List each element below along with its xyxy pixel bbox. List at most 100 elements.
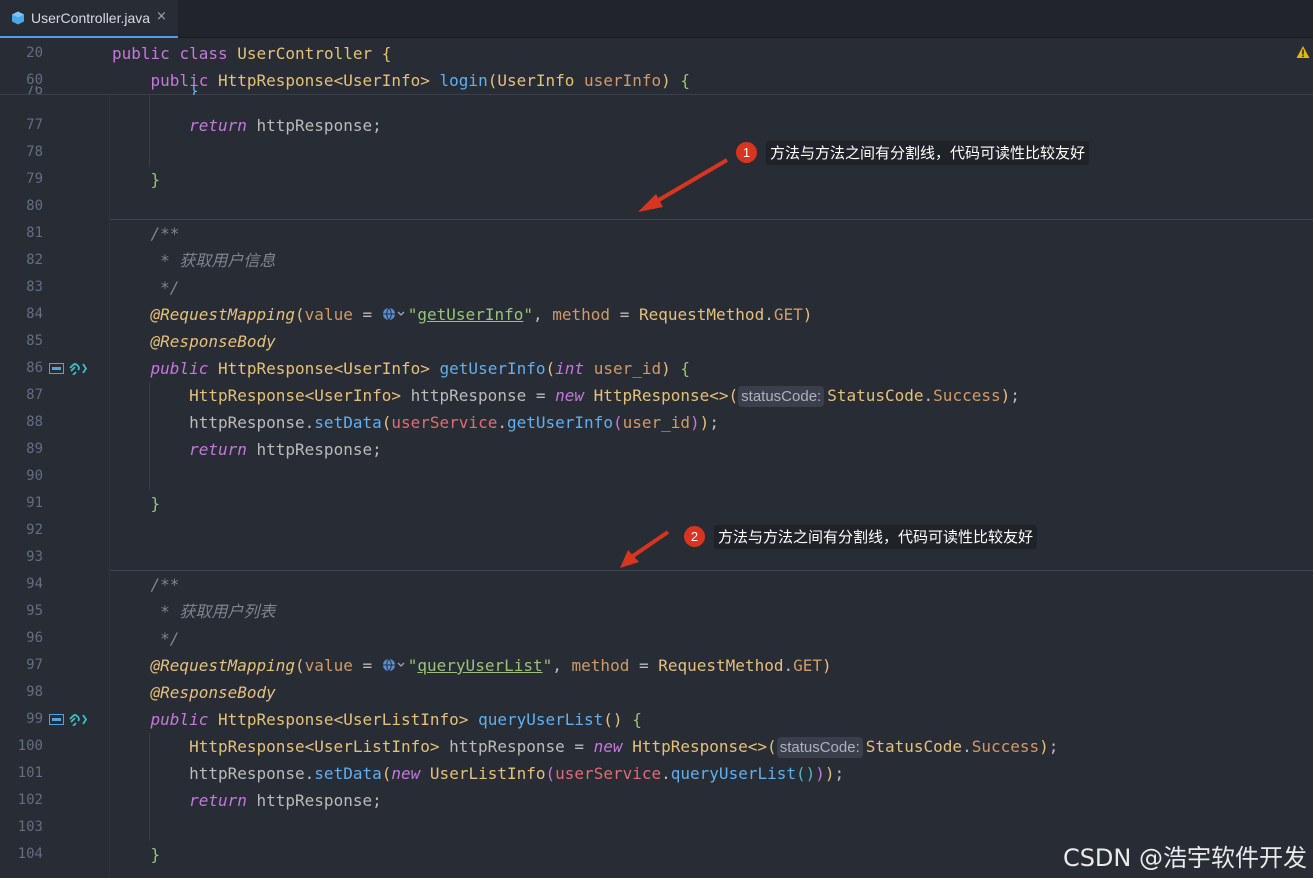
code-text[interactable]: @RequestMapping(value = "queryUserList",… [112,652,832,679]
code-text[interactable]: * 获取用户列表 [112,598,275,625]
type: HttpResponse<UserInfo> [189,386,401,405]
code-line[interactable]: 102 return httpResponse; [0,787,1313,814]
code-text[interactable]: /** [112,571,180,598]
code-text[interactable]: HttpResponse<UserInfo> httpResponse = ne… [112,382,1020,409]
line-number: 90 [26,468,43,484]
code-text[interactable]: @RequestMapping(value = "getUserInfo", m… [112,301,813,328]
link-icon [69,714,88,726]
tab-close-button[interactable]: × [156,9,167,24]
code-text[interactable]: */ [112,625,179,652]
code-text[interactable]: HttpResponse<UserListInfo> httpResponse … [112,733,1058,760]
code-line[interactable]: 96 */ [0,625,1313,652]
line-number: 77 [26,117,43,133]
semicolon: ; [834,764,845,783]
enum-type: StatusCode [827,386,924,405]
code-line[interactable]: 83 */ [0,274,1313,301]
comment: * 获取用户列表 [150,602,276,621]
dot: . [497,413,507,432]
line-number: 104 [17,846,43,862]
code-text[interactable]: @ResponseBody [112,328,276,355]
code-line[interactable]: 101 httpResponse.setData(new UserListInf… [0,760,1313,787]
string-literal[interactable]: queryUserList [417,656,542,675]
code-line[interactable]: 87 HttpResponse<UserInfo> httpResponse =… [0,382,1313,409]
globe-icon[interactable] [382,307,406,321]
code-line[interactable]: 103 [0,814,1313,841]
code-text[interactable]: * 获取用户信息 [112,247,275,274]
code-line[interactable]: 88 httpResponse.setData(userService.getU… [0,409,1313,436]
semicolon: ; [709,413,719,432]
line-number: 93 [26,549,43,565]
code-text[interactable]: } [112,166,161,193]
code-text[interactable]: } [112,86,199,95]
endpoint-gutter-icons[interactable] [49,362,89,375]
code-text[interactable]: public HttpResponse<UserListInfo> queryU… [112,706,642,733]
comment: * 获取用户信息 [150,251,276,270]
keyword: public [112,44,170,63]
code-line[interactable]: 90 [0,463,1313,490]
identifier: httpResponse [189,764,305,783]
code-text[interactable]: httpResponse.setData(new UserListInfo(us… [112,760,844,787]
code-line[interactable]: 81 /** [0,220,1313,247]
paren: ( [545,359,556,378]
paren: () [603,710,623,729]
code-line[interactable]: 94 /** [0,571,1313,598]
code-line[interactable]: 85 @ResponseBody [0,328,1313,355]
string-literal[interactable]: getUserInfo [417,305,523,324]
code-line[interactable]: 95 * 获取用户列表 [0,598,1313,625]
field: userService [391,413,498,432]
code-text[interactable]: /** [112,220,180,247]
annotation: @RequestMapping [150,656,296,675]
comment: */ [150,629,180,648]
code-text[interactable]: */ [112,274,179,301]
code-line[interactable]: 98 @ResponseBody [0,679,1313,706]
line-number: 82 [26,252,43,268]
semicolon: ; [1048,737,1059,756]
line-number: 20 [26,45,43,61]
code-text[interactable]: return httpResponse; [112,436,382,463]
comment: /** [150,575,180,594]
endpoint-gutter-icons[interactable] [49,713,89,726]
code-line[interactable]: 97 @RequestMapping(value = "queryUserLis… [0,652,1313,679]
identifier: httpResponse; [256,116,382,135]
line-number: 84 [26,306,43,322]
annotation-badge: 1 [736,142,757,163]
code-line[interactable]: 89 return httpResponse; [0,436,1313,463]
code-line[interactable]: 84 @RequestMapping(value = "getUserInfo"… [0,301,1313,328]
code-text[interactable]: return httpResponse; [112,112,382,139]
code-text[interactable]: public class UserController { [112,40,391,67]
code-line[interactable]: 76 } [0,86,1313,95]
line-number: 97 [26,657,43,673]
code-line[interactable]: 20 public class UserController { [0,40,1313,67]
keyword: public [150,359,209,378]
enum-type: StatusCode [865,737,963,756]
code-text[interactable]: @ResponseBody [112,679,276,706]
identifier: httpResponse; [256,791,382,810]
code-text[interactable]: } [112,841,161,868]
code-line[interactable]: 99 public HttpResponse<UserListInfo> que… [0,706,1313,733]
code-text[interactable]: public HttpResponse<UserInfo> getUserInf… [112,355,691,382]
line-number: 87 [26,387,43,403]
enum-value: GET [793,656,823,675]
param-key: value [304,656,353,675]
line-number: 88 [26,414,43,430]
watermark: CSDN @浩宇软件开发 [1062,844,1307,872]
code-text[interactable]: } [112,490,161,517]
code-line[interactable]: 82 * 获取用户信息 [0,247,1313,274]
tab-usercontroller-java[interactable]: UserController.java × [0,0,178,38]
identifier: httpResponse = [439,737,594,756]
enum-value: Success [933,386,1001,405]
quote: " [523,305,533,324]
code-line[interactable]: 100 HttpResponse<UserListInfo> httpRespo… [0,733,1313,760]
tab-file-name: UserController.java [31,10,151,26]
paren: ( [381,764,392,783]
line-number: 95 [26,603,43,619]
brace: { [632,710,642,729]
code-text[interactable]: httpResponse.setData(userService.getUser… [112,409,719,436]
operator: = [629,656,659,675]
code-line[interactable]: 91 } [0,490,1313,517]
code-text[interactable]: return httpResponse; [112,787,382,814]
code-line[interactable]: 86 public HttpResponse<UserInfo> getUser… [0,355,1313,382]
globe-icon[interactable] [382,658,406,672]
identifier: httpResponse [189,413,305,432]
code-line[interactable]: 77 return httpResponse; [0,112,1313,139]
